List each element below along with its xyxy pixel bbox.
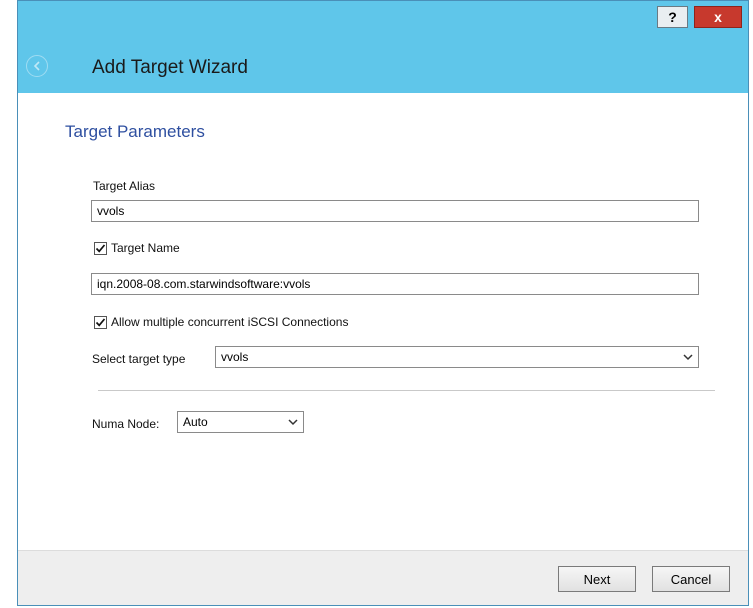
numa-node-value: Auto	[183, 415, 208, 429]
window-title: Add Target Wizard	[92, 57, 248, 78]
target-type-label: Select target type	[92, 352, 186, 366]
chevron-down-icon	[288, 419, 298, 426]
checkmark-icon	[95, 317, 106, 327]
allow-multiple-checkbox[interactable]	[94, 315, 107, 329]
target-type-value: vvols	[221, 350, 249, 364]
page-heading: Target Parameters	[65, 122, 205, 141]
back-arrow-icon[interactable]	[26, 55, 48, 77]
title-bar: Add Target Wizard ? x	[18, 1, 748, 93]
allow-multiple-label: Allow multiple concurrent iSCSI Connecti…	[111, 315, 349, 329]
numa-node-label: Numa Node:	[92, 417, 160, 431]
help-button[interactable]: ?	[657, 6, 688, 28]
checkmark-icon	[95, 243, 106, 253]
next-button[interactable]: Next	[558, 566, 636, 592]
chevron-down-icon	[683, 354, 693, 361]
numa-node-select[interactable]: Auto	[177, 411, 304, 433]
target-alias-label: Target Alias	[93, 179, 156, 193]
divider	[98, 390, 715, 391]
target-name-label: Target Name	[111, 241, 180, 255]
target-alias-input[interactable]: vvols	[91, 200, 699, 222]
cancel-button[interactable]: Cancel	[652, 566, 730, 592]
wizard-window: Add Target Wizard ? x Target Parameters …	[17, 0, 749, 606]
target-name-checkbox[interactable]	[94, 241, 107, 255]
target-type-select[interactable]: vvols	[215, 346, 699, 368]
close-button[interactable]: x	[694, 6, 742, 28]
target-name-row: Target Name	[94, 241, 180, 255]
footer-bar	[18, 550, 748, 605]
target-name-input[interactable]: iqn.2008-08.com.starwindsoftware:vvols	[91, 273, 699, 295]
allow-multiple-row: Allow multiple concurrent iSCSI Connecti…	[94, 315, 348, 329]
